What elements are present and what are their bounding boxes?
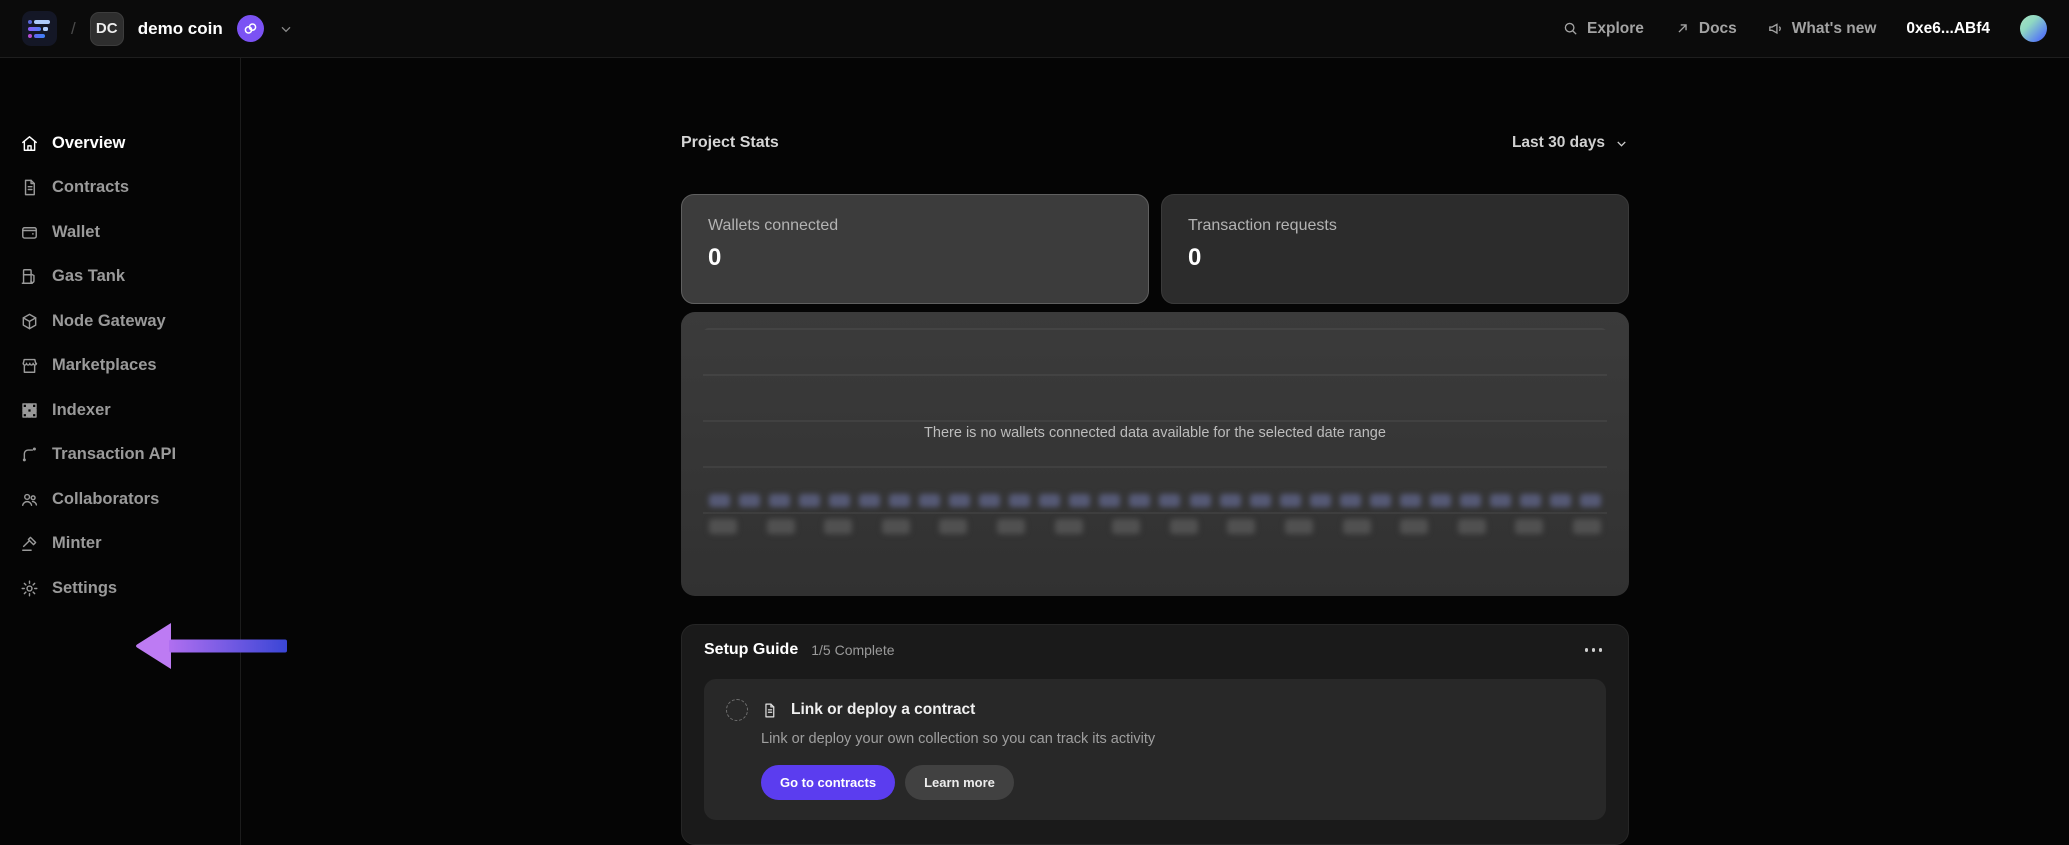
breadcrumb-separator: / [71, 18, 76, 38]
wallet-icon [22, 226, 37, 239]
stat-card-label: Wallets connected [708, 217, 839, 234]
sidebar-item-label: Marketplaces [52, 356, 157, 374]
sidebar-item-label: Overview [52, 133, 126, 152]
sidebar-item-minter[interactable]: Minter [20, 529, 240, 559]
stat-card-value: 0 [1188, 244, 1202, 271]
users-icon [21, 493, 38, 506]
app-shell: Overview Contracts Wallet Gas Tank Node Gate… [0, 58, 2069, 845]
account-avatar[interactable] [2020, 15, 2047, 42]
sidebar-item-settings[interactable]: Settings [20, 573, 240, 603]
sidebar-item-label: Minter [52, 534, 102, 552]
section-title: Project Stats [681, 134, 779, 151]
wallet-address[interactable]: 0xe6...ABf4 [1906, 20, 1990, 38]
setup-guide-title: Setup Guide [704, 641, 799, 658]
sidebar-item-label: Wallet [52, 222, 100, 241]
sidebar-item-label: Node Gateway [52, 311, 166, 330]
setup-guide-progress: 1/5 Complete [811, 642, 895, 658]
sidebar-item-collaborators[interactable]: Collaborators [20, 484, 240, 514]
stat-cards-row: Wallets connected 0 Transaction requests 0 [681, 194, 1629, 304]
sidebar-item-node-gateway[interactable]: Node Gateway [20, 306, 240, 336]
setup-guide-card: Setup Guide 1/5 Complete Link or deploy … [681, 624, 1629, 845]
go-to-contracts-button[interactable]: Go to contracts [761, 765, 896, 800]
stat-card-label: Transaction requests [1188, 217, 1337, 234]
stat-card-wallets-connected[interactable]: Wallets connected 0 [681, 194, 1149, 304]
project-switcher-chevron-icon[interactable] [278, 21, 294, 37]
wallets-connected-chart: There is no wallets connected data avail… [681, 312, 1629, 596]
topnav-what-s-new[interactable]: What's new [1767, 19, 1877, 38]
gear-icon [21, 580, 38, 596]
sidebar-item-label: Gas Tank [52, 267, 126, 285]
incomplete-step-circle-icon [726, 699, 748, 721]
chart-skeleton-bars [709, 494, 1601, 507]
task-title: Link or deploy a contract [791, 701, 976, 718]
storefront-icon [22, 358, 38, 373]
gas-pump-icon [21, 269, 35, 284]
megaphone-icon [1768, 23, 1781, 35]
sidebar-item-gas-tank[interactable]: Gas Tank [20, 262, 240, 292]
sidebar-item-indexer[interactable]: Indexer [20, 395, 240, 425]
gavel-icon [22, 536, 37, 551]
sidebar: Overview Contracts Wallet Gas Tank Node Gate… [0, 58, 287, 845]
learn-more-button[interactable]: Learn more [905, 765, 1014, 800]
sidebar-item-label: Collaborators [52, 489, 160, 508]
product-logo-icon[interactable] [22, 11, 57, 46]
route-icon [22, 447, 36, 462]
external-arrow-icon [1678, 24, 1687, 33]
chart-skeleton-axis-labels [709, 519, 1601, 534]
topnav-explore[interactable]: Explore [1562, 20, 1644, 38]
sidebar-item-marketplaces[interactable]: Marketplaces [20, 351, 240, 381]
topbar: / DC demo coin Explore Docs What's new 0xe… [0, 0, 2069, 58]
sidebar-item-overview[interactable]: Overview [20, 128, 240, 158]
topnav-label: Explore [1587, 19, 1644, 37]
topnav-label: Docs [1698, 19, 1737, 37]
date-range-selector[interactable]: Last 30 days [1512, 134, 1629, 152]
chevron-down-icon [1617, 140, 1626, 147]
chart-empty-message: There is no wallets connected data avail… [924, 425, 1386, 441]
sidebar-item-transaction-api[interactable]: Transaction API [20, 440, 240, 470]
ellipsis-icon[interactable] [1581, 644, 1607, 656]
loop-badge-icon [236, 15, 264, 42]
main-area: Project Stats Last 30 days Wallets conne… [241, 58, 2069, 845]
topbar-right: Explore Docs What's new 0xe6...ABf4 [1562, 15, 2047, 42]
sidebar-item-contracts[interactable]: Contracts [20, 173, 240, 203]
team-avatar[interactable]: DC [89, 11, 124, 46]
home-icon [22, 135, 37, 151]
document-icon [765, 703, 775, 717]
stat-card-value: 0 [708, 244, 722, 271]
topnav-label: What's new [1791, 19, 1877, 37]
setup-task-card: Link or deploy a contract Link or deploy… [704, 679, 1606, 820]
task-description: Link or deploy your own collection so yo… [761, 731, 1156, 747]
contract-icon [24, 179, 35, 196]
grid-icon [22, 402, 37, 418]
topnav-docs[interactable]: Docs [1674, 20, 1737, 38]
sidebar-item-label: Indexer [52, 400, 111, 419]
stat-card-transaction-requests[interactable]: Transaction requests 0 [1161, 194, 1629, 304]
project-name[interactable]: demo coin [138, 19, 223, 39]
breadcrumb: / DC demo coin [22, 11, 294, 46]
sidebar-item-wallet[interactable]: Wallet [20, 217, 240, 247]
sidebar-item-label: Contracts [52, 178, 130, 196]
date-range-label: Last 30 days [1511, 134, 1605, 151]
project-stats-section: Project Stats Last 30 days Wallets conne… [681, 134, 1629, 596]
sidebar-item-label: Transaction API [52, 445, 177, 463]
sidebar-item-label: Settings [52, 578, 118, 597]
cube-icon [22, 313, 37, 329]
search-icon [1564, 22, 1577, 35]
